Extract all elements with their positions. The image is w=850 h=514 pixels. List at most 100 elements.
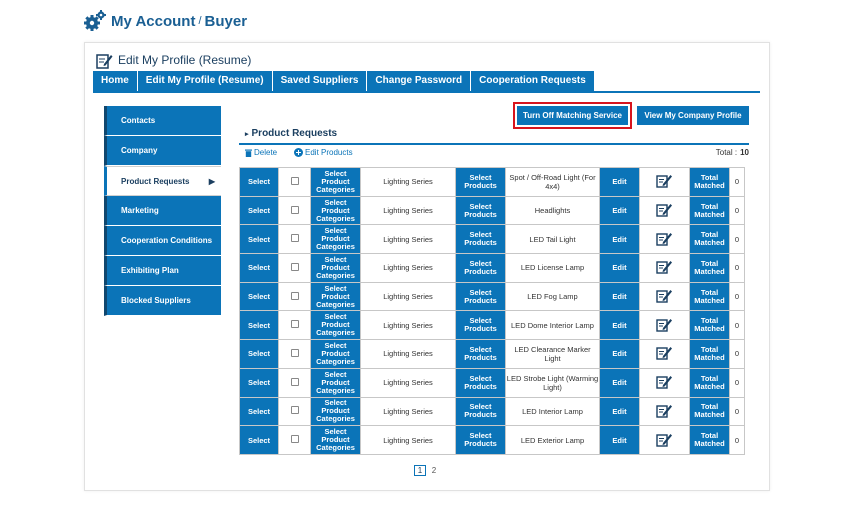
row-select-button[interactable]: Select bbox=[239, 367, 279, 398]
sidebar-item-product-requests[interactable]: Product Requests ▶ bbox=[104, 166, 221, 196]
row-checkbox[interactable] bbox=[290, 291, 299, 300]
row-edit-icon-cell[interactable] bbox=[639, 195, 690, 226]
row-edit-icon-cell[interactable] bbox=[639, 396, 690, 427]
row-select-button[interactable]: Select bbox=[239, 310, 279, 341]
row-checkbox[interactable] bbox=[290, 205, 299, 214]
select-products-button[interactable]: Select Products bbox=[455, 167, 506, 197]
row-edit-icon-cell[interactable] bbox=[639, 425, 690, 455]
row-checkbox[interactable] bbox=[290, 176, 299, 185]
row-checkbox[interactable] bbox=[290, 435, 299, 444]
row-edit-icon-cell[interactable] bbox=[639, 167, 690, 197]
row-product-name: LED Fog Lamp bbox=[505, 281, 600, 312]
row-select-button[interactable]: Select bbox=[239, 281, 279, 312]
select-products-button[interactable]: Select Products bbox=[455, 310, 506, 341]
page-1-button[interactable]: 1 bbox=[414, 465, 426, 476]
row-total-matched-label: Total Matched bbox=[689, 339, 730, 369]
row-select-button[interactable]: Select bbox=[239, 224, 279, 255]
row-edit-button[interactable]: Edit bbox=[599, 281, 640, 312]
table-row: Select Select Product Categories Lighting … bbox=[239, 195, 745, 226]
select-categories-button[interactable]: Select Product Categories bbox=[310, 425, 361, 455]
page-header: My Account / Buyer bbox=[83, 8, 247, 34]
select-products-button[interactable]: Select Products bbox=[455, 396, 506, 427]
pagination: 1 2 bbox=[414, 465, 440, 476]
row-select-button[interactable]: Select bbox=[239, 396, 279, 427]
row-edit-icon-cell[interactable] bbox=[639, 253, 690, 283]
sidebar-item-exhibiting-plan[interactable]: Exhibiting Plan bbox=[104, 256, 221, 286]
select-categories-button[interactable]: Select Product Categories bbox=[310, 339, 361, 369]
row-edit-icon-cell[interactable] bbox=[639, 310, 690, 341]
row-matched-count: 0 bbox=[729, 167, 745, 197]
sidebar-item-company[interactable]: Company bbox=[104, 136, 221, 166]
row-select-button[interactable]: Select bbox=[239, 339, 279, 369]
tab-cooperation-requests[interactable]: Cooperation Requests bbox=[471, 71, 595, 91]
page-2-button[interactable]: 2 bbox=[428, 465, 440, 476]
select-categories-button[interactable]: Select Product Categories bbox=[310, 224, 361, 255]
row-select-button[interactable]: Select bbox=[239, 195, 279, 226]
tab-home[interactable]: Home bbox=[93, 71, 138, 91]
row-edit-button[interactable]: Edit bbox=[599, 367, 640, 398]
row-product-name: LED Clearance Marker Light bbox=[505, 339, 600, 369]
row-edit-button[interactable]: Edit bbox=[599, 425, 640, 455]
row-matched-count: 0 bbox=[729, 253, 745, 283]
edit-products-button[interactable]: Edit Products bbox=[294, 148, 353, 157]
row-edit-button[interactable]: Edit bbox=[599, 195, 640, 226]
select-products-button[interactable]: Select Products bbox=[455, 367, 506, 398]
row-select-button[interactable]: Select bbox=[239, 253, 279, 283]
tab-change-password[interactable]: Change Password bbox=[367, 71, 472, 91]
select-products-button[interactable]: Select Products bbox=[455, 253, 506, 283]
table-row: Select Select Product Categories Lighting … bbox=[239, 253, 745, 283]
row-total-matched-label: Total Matched bbox=[689, 195, 730, 226]
sidebar-item-contacts[interactable]: Contacts bbox=[104, 106, 221, 136]
sidebar-item-blocked-suppliers[interactable]: Blocked Suppliers bbox=[104, 286, 221, 316]
row-checkbox[interactable] bbox=[290, 377, 299, 386]
row-matched-count: 0 bbox=[729, 367, 745, 398]
row-select-button[interactable]: Select bbox=[239, 167, 279, 197]
select-categories-button[interactable]: Select Product Categories bbox=[310, 195, 361, 226]
row-edit-icon-cell[interactable] bbox=[639, 224, 690, 255]
select-products-button[interactable]: Select Products bbox=[455, 339, 506, 369]
select-categories-button[interactable]: Select Product Categories bbox=[310, 281, 361, 312]
select-categories-button[interactable]: Select Product Categories bbox=[310, 167, 361, 197]
row-edit-button[interactable]: Edit bbox=[599, 224, 640, 255]
select-categories-button[interactable]: Select Product Categories bbox=[310, 310, 361, 341]
delete-button[interactable]: Delete bbox=[245, 148, 277, 157]
edit-document-icon bbox=[656, 175, 673, 190]
row-edit-button[interactable]: Edit bbox=[599, 396, 640, 427]
view-company-profile-button[interactable]: View My Company Profile bbox=[637, 106, 749, 125]
tab-edit-profile[interactable]: Edit My Profile (Resume) bbox=[137, 71, 273, 91]
row-checkbox[interactable] bbox=[290, 262, 299, 271]
row-edit-icon-cell[interactable] bbox=[639, 339, 690, 369]
select-products-button[interactable]: Select Products bbox=[455, 224, 506, 255]
row-checkbox[interactable] bbox=[290, 234, 299, 243]
row-series: Lighting Series bbox=[360, 195, 456, 226]
select-products-button[interactable]: Select Products bbox=[455, 281, 506, 312]
delete-label: Delete bbox=[254, 148, 278, 157]
row-edit-button[interactable]: Edit bbox=[599, 253, 640, 283]
gears-icon bbox=[84, 10, 106, 31]
row-checkbox[interactable] bbox=[290, 320, 299, 329]
row-checkbox-cell bbox=[278, 281, 311, 312]
row-checkbox[interactable] bbox=[290, 348, 299, 357]
row-edit-icon-cell[interactable] bbox=[639, 281, 690, 312]
row-checkbox[interactable] bbox=[290, 406, 299, 415]
edit-products-label: Edit Products bbox=[305, 148, 353, 157]
row-edit-icon-cell[interactable] bbox=[639, 367, 690, 398]
row-edit-button[interactable]: Edit bbox=[599, 310, 640, 341]
row-checkbox-cell bbox=[278, 367, 311, 398]
select-categories-button[interactable]: Select Product Categories bbox=[310, 253, 361, 283]
sidebar-item-marketing[interactable]: Marketing bbox=[104, 196, 221, 226]
row-edit-button[interactable]: Edit bbox=[599, 167, 640, 197]
row-product-name: LED Interior Lamp bbox=[505, 396, 600, 427]
select-products-button[interactable]: Select Products bbox=[455, 425, 506, 455]
tab-saved-suppliers[interactable]: Saved Suppliers bbox=[272, 71, 368, 91]
select-products-button[interactable]: Select Products bbox=[455, 195, 506, 226]
row-edit-button[interactable]: Edit bbox=[599, 339, 640, 369]
sidebar-item-cooperation-conditions[interactable]: Cooperation Conditions bbox=[104, 226, 221, 256]
turn-off-matching-button[interactable]: Turn Off Matching Service bbox=[517, 106, 628, 125]
row-series: Lighting Series bbox=[360, 367, 456, 398]
row-select-button[interactable]: Select bbox=[239, 425, 279, 455]
select-categories-button[interactable]: Select Product Categories bbox=[310, 396, 361, 427]
select-categories-button[interactable]: Select Product Categories bbox=[310, 367, 361, 398]
row-total-matched-label: Total Matched bbox=[689, 167, 730, 197]
page-subtitle: Buyer bbox=[204, 12, 248, 30]
